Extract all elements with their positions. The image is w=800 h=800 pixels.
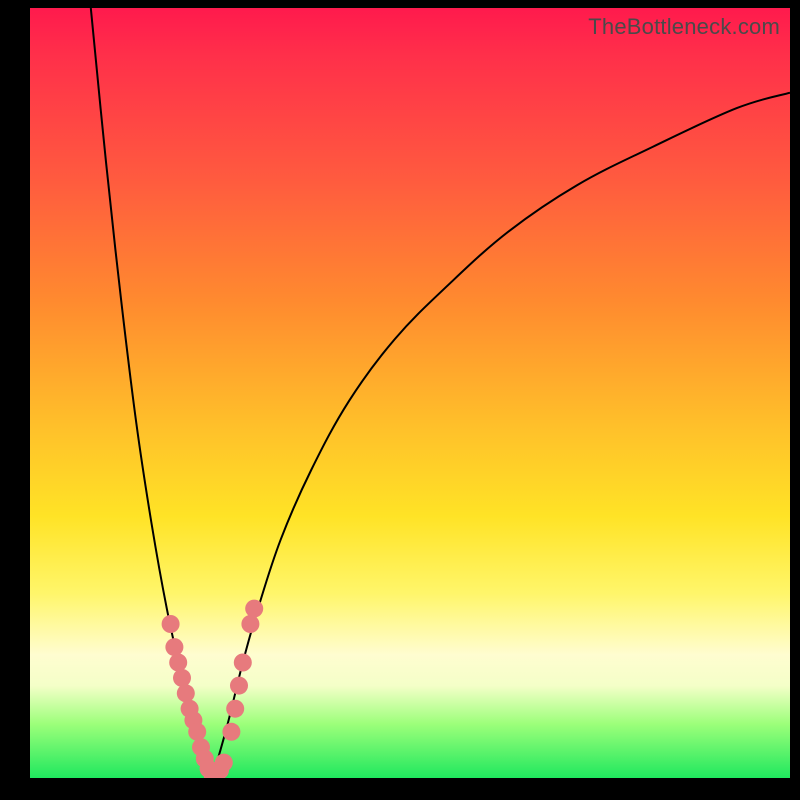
curves-svg <box>30 8 790 778</box>
plot-area: TheBottleneck.com <box>30 8 790 778</box>
marker-dot <box>177 684 195 702</box>
marker-dot <box>241 615 259 633</box>
marker-dot <box>222 723 240 741</box>
marker-dot <box>230 677 248 695</box>
marker-dot <box>188 723 206 741</box>
marker-dot <box>165 638 183 656</box>
marker-dot <box>234 654 252 672</box>
curve-right-branch <box>212 93 790 778</box>
marker-dot <box>173 669 191 687</box>
chart-frame: TheBottleneck.com <box>0 0 800 800</box>
curve-left-branch <box>91 8 213 778</box>
marker-dot <box>245 600 263 618</box>
marker-dot <box>215 754 233 772</box>
marker-group <box>162 600 264 778</box>
marker-dot <box>226 700 244 718</box>
marker-dot <box>162 615 180 633</box>
marker-dot <box>169 654 187 672</box>
